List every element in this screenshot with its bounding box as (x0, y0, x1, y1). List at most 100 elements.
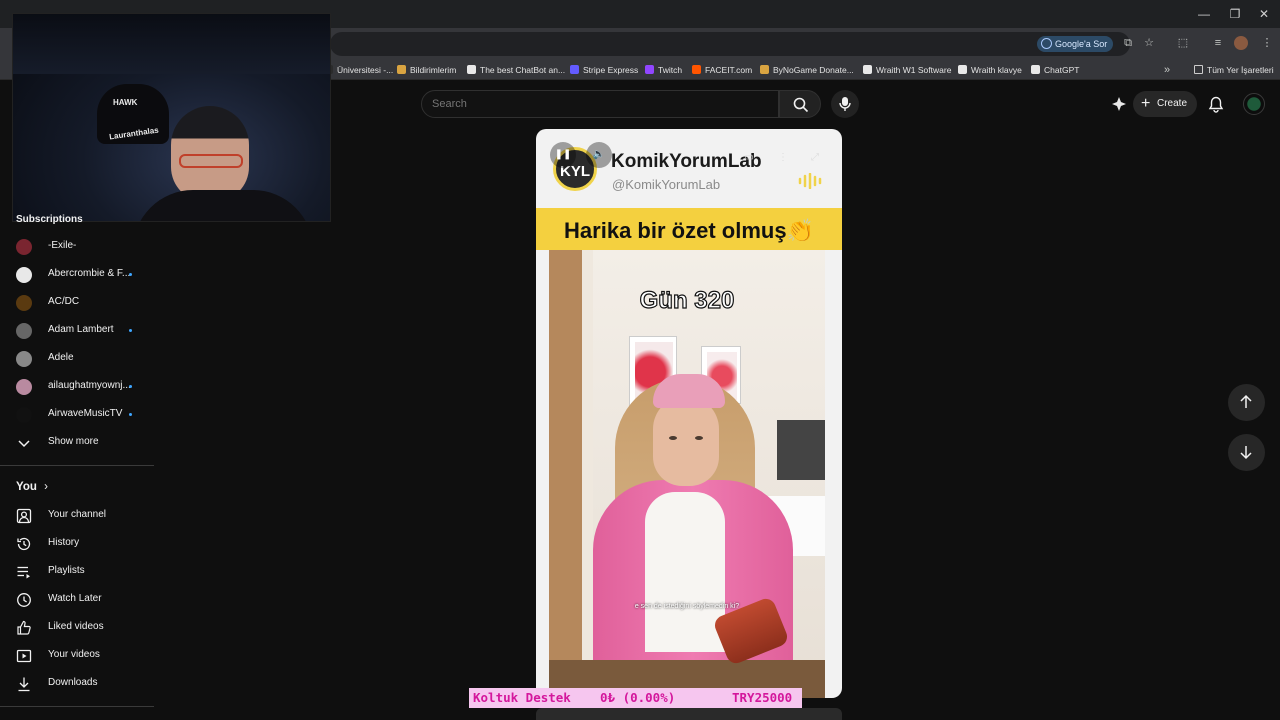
video-subtitle: e sen de istediğini söylemedin ki? (634, 603, 740, 610)
volume-icon[interactable]: 🔈 (586, 142, 612, 168)
next-short-button[interactable] (1228, 434, 1265, 471)
ticker-label: Koltuk Destek (473, 690, 571, 705)
all-bookmarks-label: Tüm Yer İşaretleri (1207, 65, 1274, 75)
you-label: You (16, 481, 37, 493)
notifications-bell-icon[interactable] (1208, 96, 1224, 113)
streamer-body (133, 190, 313, 221)
voice-search-button[interactable] (831, 90, 859, 118)
you-item-your-channel[interactable]: Your channel (0, 501, 154, 529)
subscription-item[interactable]: AirwaveMusicTV (0, 400, 154, 428)
sidebar-divider-bottom (0, 706, 154, 707)
search-button[interactable] (779, 90, 821, 118)
you-item-label: History (48, 537, 80, 548)
subscription-item[interactable]: AC/DC (0, 288, 154, 316)
video-person-headband (653, 374, 725, 408)
account-avatar[interactable] (1243, 93, 1265, 115)
person-icon (16, 508, 32, 524)
history-icon (17, 537, 31, 551)
webcam-overlay: HAWK Lauranthalas (12, 13, 331, 222)
bookmark-item[interactable]: The best ChatBot an... (467, 64, 565, 76)
subscription-item[interactable]: Adam Lambert (0, 316, 154, 344)
bookmark-label: Twitch (658, 65, 683, 75)
bookmark-item[interactable]: ChatGPT (1031, 64, 1079, 76)
bookmark-item[interactable]: Stripe Express (570, 64, 638, 76)
you-item-label: Watch Later (48, 593, 102, 604)
close-icon[interactable]: ✕ (1256, 6, 1272, 22)
channel-avatar (16, 323, 32, 339)
channel-avatar (16, 239, 32, 255)
bookmark-item[interactable]: Bildirimlerim (397, 64, 456, 76)
bookmark-favicon-icon (863, 65, 872, 74)
fullscreen-icon[interactable]: ⤢ (802, 145, 828, 171)
subscription-label: Adele (48, 352, 74, 363)
folder-icon (1194, 65, 1203, 74)
cap-logo-text: HAWK (113, 98, 138, 107)
media-control-icon[interactable]: ≡ (1211, 36, 1225, 50)
you-item-liked-videos[interactable]: Liked videos (0, 613, 154, 641)
restore-icon[interactable]: ❐ (1227, 6, 1243, 22)
subscriptions-heading: Subscriptions (16, 214, 83, 225)
more-options-icon[interactable]: ⋮ (770, 145, 796, 171)
bookmark-label: Stripe Express (583, 65, 639, 75)
bookmark-item[interactable]: FACEIT.com (692, 64, 752, 76)
shorts-player[interactable]: KYL KomikYorumLab @KomikYorumLab ❚❚ 🔈 ▭ … (536, 129, 842, 698)
subscription-item[interactable]: Abercrombie & F... (0, 260, 154, 288)
channel-avatar (16, 379, 32, 395)
profile-avatar[interactable] (1234, 36, 1248, 50)
arrow-up-icon (1240, 394, 1252, 408)
bookmark-label: ChatGPT (1044, 65, 1080, 75)
minimize-icon[interactable]: — (1196, 6, 1212, 22)
previous-short-button[interactable] (1228, 384, 1265, 421)
create-button[interactable]: + Create (1133, 91, 1197, 117)
sidebar-divider (0, 465, 154, 466)
bookmark-item[interactable]: Wraith klavye (958, 64, 1022, 76)
show-more-button[interactable]: Show more (0, 428, 154, 456)
subscription-item[interactable]: ailaughatmyownj... (0, 372, 154, 400)
bookmarks-overflow-icon[interactable]: » (1160, 63, 1174, 77)
subscription-label: ailaughatmyownj... (48, 380, 131, 391)
subscription-item[interactable]: -Exile- (0, 232, 154, 260)
bookmark-item[interactable]: Wraith W1 Software (863, 64, 951, 76)
menu-kebab-icon[interactable]: ⋮ (1260, 36, 1274, 50)
studio-sparkle-icon[interactable] (1111, 96, 1127, 112)
you-item-downloads[interactable]: Downloads (0, 669, 154, 697)
show-more-label: Show more (48, 436, 99, 447)
all-bookmarks-folder[interactable]: Tüm Yer İşaretleri (1194, 64, 1274, 76)
video-tv (777, 420, 825, 480)
chevron-right-icon: › (44, 481, 48, 493)
banner-text: Harika bir özet olmuş👏 (564, 218, 814, 243)
ticker-goal: TRY25000 (732, 690, 793, 705)
bookmark-favicon-icon (692, 65, 701, 74)
captions-icon[interactable]: ▭ (736, 145, 762, 171)
channel-avatar (16, 407, 32, 423)
arrow-down-icon (1240, 446, 1252, 460)
bookmark-star-icon[interactable]: ☆ (1142, 36, 1156, 50)
bookmark-item[interactable]: ByNoGame Donate... (760, 64, 854, 76)
bookmark-favicon-icon (570, 65, 579, 74)
video-frame: Gün 320 e sen de istediğini söylemedin k… (549, 250, 825, 698)
you-item-history[interactable]: History (0, 529, 154, 557)
subscription-label: Abercrombie & F... (48, 268, 131, 279)
thumb-up-icon (17, 620, 31, 635)
video-person-eye (669, 436, 677, 440)
mic-icon (839, 97, 851, 111)
bookmark-item[interactable]: Twitch (645, 64, 682, 76)
google-sor-button[interactable]: Google'a Sor (1037, 36, 1114, 52)
you-item-playlists[interactable]: Playlists (0, 557, 154, 585)
address-bar[interactable] (330, 32, 1130, 56)
channel-avatar (16, 267, 32, 283)
new-content-dot (129, 385, 132, 388)
video-icon (16, 649, 32, 663)
extensions-icon[interactable]: ⬚ (1176, 36, 1190, 50)
install-app-icon[interactable]: ⧉ (1121, 36, 1135, 50)
channel-avatar (16, 351, 32, 367)
you-item-your-videos[interactable]: Your videos (0, 641, 154, 669)
bookmark-label: ByNoGame Donate... (773, 65, 854, 75)
you-item-watch-later[interactable]: Watch Later (0, 585, 154, 613)
pause-icon[interactable]: ❚❚ (550, 142, 576, 168)
you-heading[interactable]: You › (16, 481, 48, 493)
search-input[interactable] (432, 96, 762, 112)
bookmark-item[interactable]: Üniversitesi -... (324, 64, 393, 76)
subscription-item[interactable]: Adele (0, 344, 154, 372)
bookmark-label: The best ChatBot an... (480, 65, 566, 75)
